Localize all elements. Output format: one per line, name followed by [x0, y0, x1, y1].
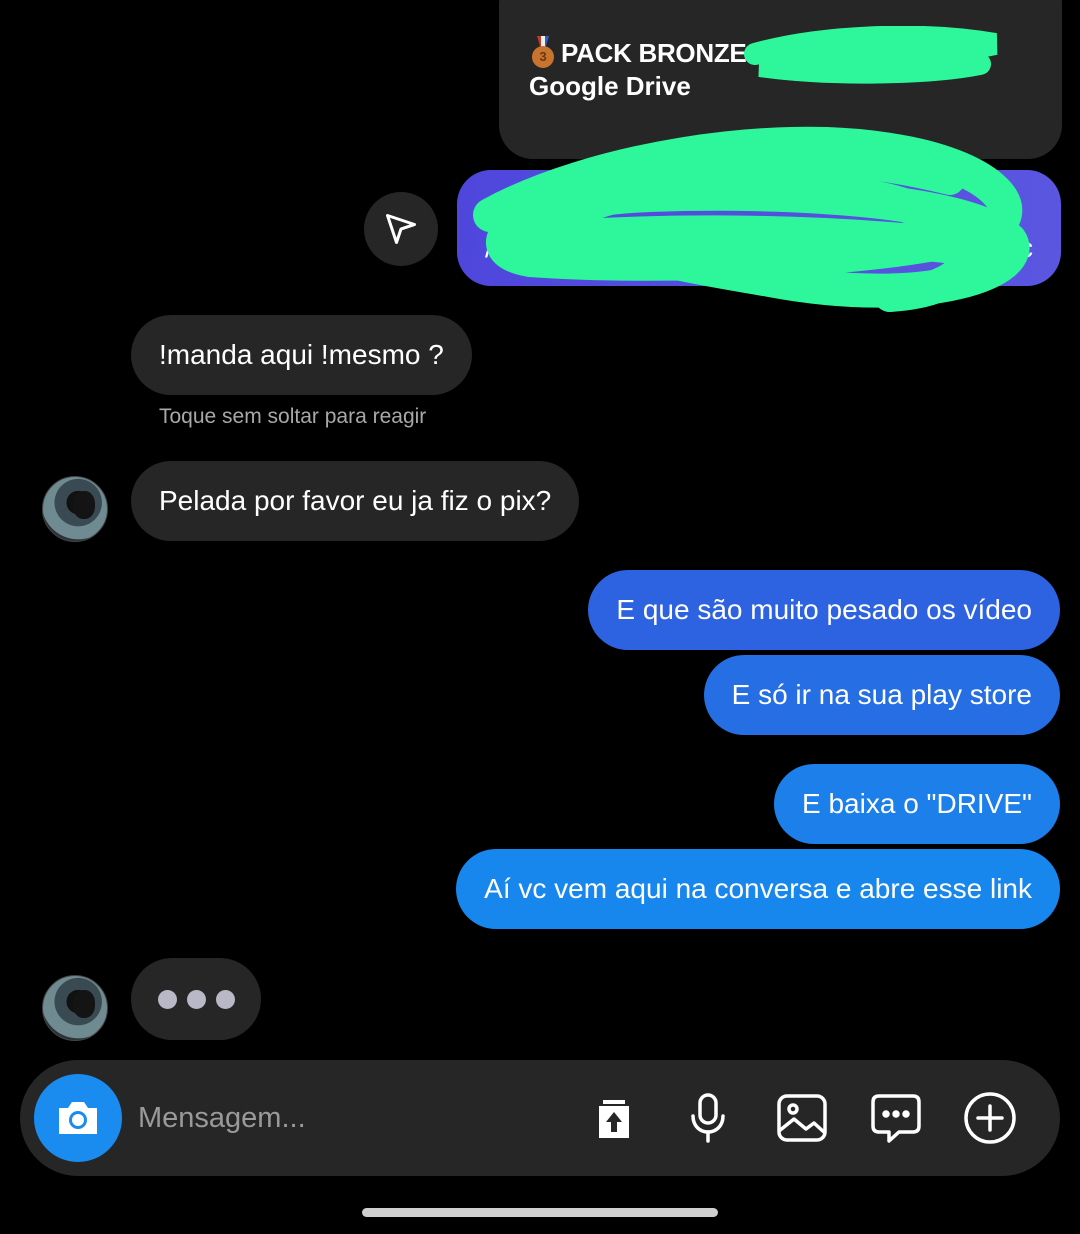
- send-icon: [386, 214, 416, 244]
- chat-screen: 3 PACK BRONZE- Google Drive ht /1 ..9Ec …: [0, 0, 1080, 1234]
- link-message-line2: /1: [485, 232, 509, 263]
- incoming-message[interactable]: Pelada por favor eu ja fiz o pix?: [131, 461, 580, 541]
- incoming-message[interactable]: !manda aqui !mesmo ?: [131, 315, 472, 395]
- reaction-hint: Toque sem soltar para reagir: [159, 405, 427, 428]
- link-message-bubble[interactable]: ht /1 ..9Ec: [457, 170, 1061, 286]
- sticker-trash-button[interactable]: [586, 1090, 642, 1146]
- typing-indicator: [131, 958, 261, 1040]
- outgoing-message[interactable]: Aí vc vem aqui na conversa e abre esse l…: [456, 849, 1060, 929]
- medal-icon: 3: [529, 36, 557, 70]
- message-input[interactable]: [138, 1090, 558, 1146]
- link-preview-source: Google Drive: [529, 71, 691, 101]
- sticker-trash-icon: [599, 1100, 629, 1138]
- avatar[interactable]: [42, 975, 108, 1041]
- avatar[interactable]: [42, 476, 108, 542]
- link-preview-title: 3 PACK BRONZE-: [529, 36, 755, 70]
- link-message-line1: ht: [485, 196, 509, 227]
- microphone-button[interactable]: [680, 1090, 736, 1146]
- message-options-button[interactable]: [868, 1090, 924, 1146]
- message-bubble-icon: [871, 1094, 921, 1143]
- gallery-button[interactable]: [774, 1090, 830, 1146]
- camera-button[interactable]: [34, 1074, 122, 1162]
- gallery-icon: [777, 1094, 827, 1142]
- message-composer: [20, 1060, 1060, 1176]
- outgoing-message[interactable]: E só ir na sua play store: [703, 655, 1060, 735]
- link-preview-title-text: PACK BRONZE-: [561, 38, 755, 68]
- link-preview-card[interactable]: 3 PACK BRONZE- Google Drive: [499, 0, 1062, 159]
- camera-icon: [59, 1102, 97, 1134]
- more-button[interactable]: [962, 1090, 1018, 1146]
- outgoing-message[interactable]: E baixa o "DRIVE": [774, 764, 1060, 844]
- link-message-line2-end: ..9Ec: [969, 232, 1033, 263]
- share-button[interactable]: [364, 192, 438, 266]
- microphone-icon: [691, 1093, 725, 1143]
- outgoing-message[interactable]: E que são muito pesado os vídeo: [588, 570, 1060, 650]
- home-indicator[interactable]: [362, 1208, 718, 1217]
- plus-icon: [964, 1092, 1016, 1144]
